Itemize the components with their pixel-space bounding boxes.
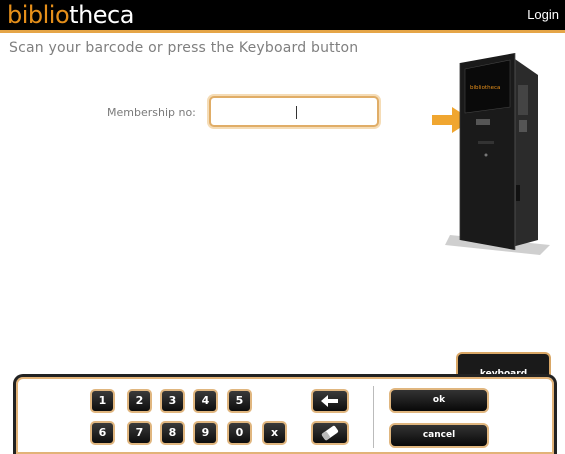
header-bar: bibliotheca Login <box>0 0 565 30</box>
login-link[interactable]: Login <box>527 7 559 22</box>
key-6[interactable]: 6 <box>90 421 115 445</box>
backspace-arrow-icon <box>321 395 338 407</box>
key-8[interactable]: 8 <box>160 421 185 445</box>
text-caret <box>296 106 297 119</box>
bibliotheca-logo: bibliotheca <box>7 1 134 29</box>
key-0[interactable]: 0 <box>227 421 252 445</box>
header-divider <box>0 30 565 33</box>
clear-button[interactable] <box>311 421 349 445</box>
keypad-divider <box>373 386 374 448</box>
key-x[interactable]: x <box>262 421 287 445</box>
eraser-icon <box>321 425 339 441</box>
key-7[interactable]: 7 <box>127 421 152 445</box>
cancel-button[interactable]: cancel <box>389 423 489 448</box>
backspace-button[interactable] <box>311 389 349 413</box>
kiosk-illustration: bibliotheca <box>420 45 560 260</box>
key-2[interactable]: 2 <box>127 389 152 413</box>
key-1[interactable]: 1 <box>90 389 115 413</box>
key-4[interactable]: 4 <box>193 389 218 413</box>
membership-label: Membership no: <box>107 106 196 119</box>
key-3[interactable]: 3 <box>160 389 185 413</box>
membership-input[interactable] <box>209 96 379 127</box>
kiosk-screen-logo: bibliotheca <box>470 85 500 91</box>
key-5[interactable]: 5 <box>227 389 252 413</box>
page-instruction: Scan your barcode or press the Keyboard … <box>9 40 359 56</box>
key-9[interactable]: 9 <box>193 421 218 445</box>
ok-button[interactable]: ok <box>389 388 489 413</box>
